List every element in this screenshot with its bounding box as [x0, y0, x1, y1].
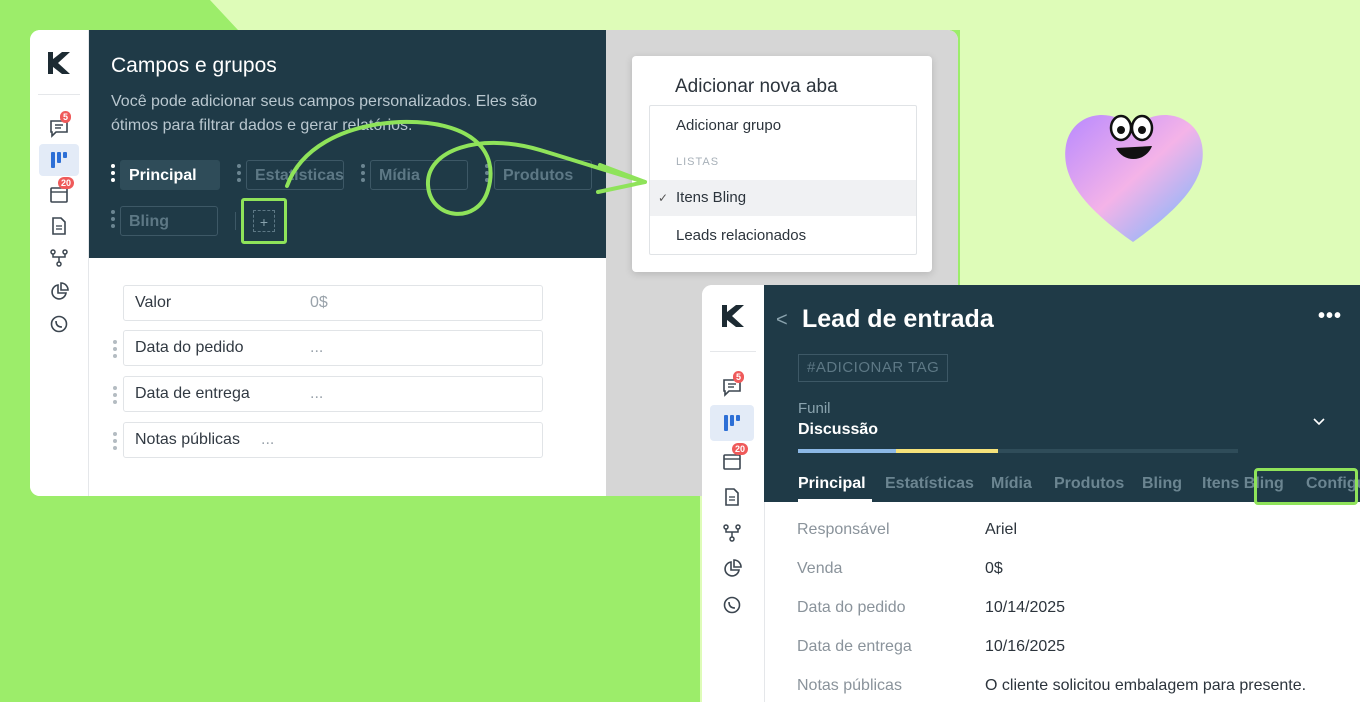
tab-produtos[interactable]: Produtos	[1054, 475, 1124, 493]
detail-value[interactable]: Ariel	[985, 521, 1017, 539]
lead-header: < Lead de entrada ••• #ADICIONAR TAG Fun…	[764, 285, 1360, 505]
k-logo-icon[interactable]	[720, 303, 746, 329]
active-tab-indicator	[798, 499, 872, 502]
tab-highlight	[1254, 468, 1358, 505]
detail-value[interactable]: 0$	[985, 560, 1003, 578]
detail-value[interactable]: 10/16/2025	[985, 638, 1065, 656]
detail-label: Data do pedido	[797, 599, 906, 616]
sidebar: 5 20	[702, 285, 765, 702]
detail-label: Venda	[797, 560, 843, 577]
calendar-badge: 20	[732, 443, 749, 455]
tab-bling[interactable]: Bling	[1142, 475, 1182, 493]
back-icon[interactable]: <	[776, 309, 788, 332]
sidebar-divider	[710, 351, 756, 352]
whatsapp-icon[interactable]	[722, 595, 742, 615]
tab-midia[interactable]: Mídia	[991, 475, 1032, 493]
funnel-label: Funil	[798, 400, 831, 417]
kanban-icon[interactable]	[722, 413, 742, 433]
funnel-progress-bar	[798, 449, 1238, 453]
detail-value[interactable]: O cliente solicitou embalagem para prese…	[985, 677, 1306, 695]
chevron-down-icon[interactable]	[1312, 417, 1326, 427]
pie-chart-icon[interactable]	[722, 559, 742, 579]
document-icon[interactable]	[722, 487, 742, 507]
flow-icon[interactable]	[722, 523, 742, 543]
tab-estatisticas[interactable]: Estatísticas	[885, 475, 974, 493]
add-tag-button[interactable]: #ADICIONAR TAG	[798, 354, 949, 382]
lead-title: Lead de entrada	[802, 305, 994, 333]
funnel-select[interactable]: Discussão	[798, 421, 878, 439]
heart-mascot-icon	[1065, 114, 1203, 242]
more-options-icon[interactable]: •••	[1318, 305, 1342, 328]
lead-window: 5 20 < Lead de entrada ••• #ADICIONAR TA…	[702, 285, 1360, 702]
detail-label: Responsável	[797, 521, 890, 538]
detail-value[interactable]: 10/14/2025	[985, 599, 1065, 617]
detail-label: Notas públicas	[797, 677, 902, 694]
detail-label: Data de entrega	[797, 638, 912, 655]
tab-principal[interactable]: Principal	[798, 475, 866, 493]
chat-badge: 5	[733, 371, 745, 383]
